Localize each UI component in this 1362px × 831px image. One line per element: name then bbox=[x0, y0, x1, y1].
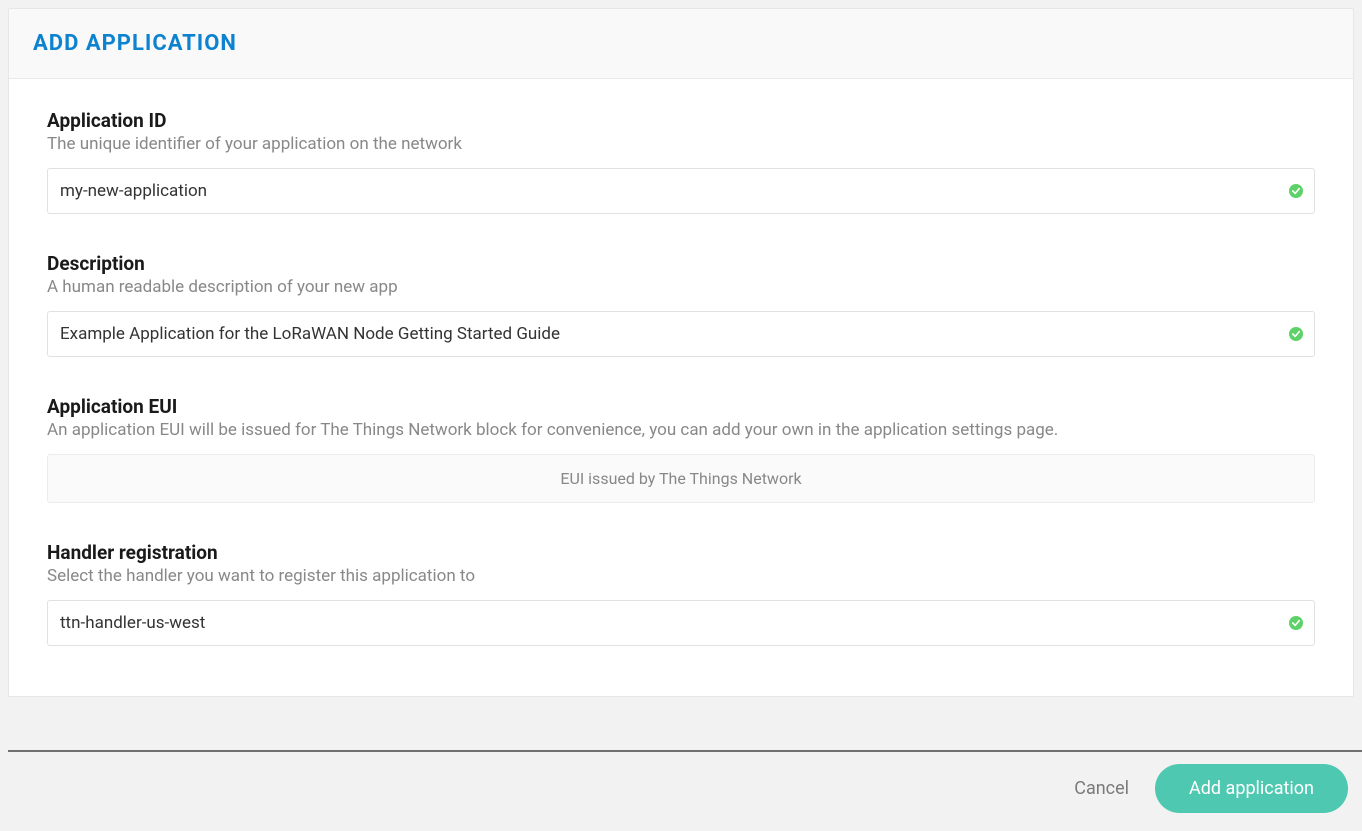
description-input-wrap bbox=[47, 311, 1315, 357]
cancel-button[interactable]: Cancel bbox=[1074, 778, 1129, 799]
panel-header: Add Application bbox=[9, 9, 1353, 79]
handler-help: Select the handler you want to register … bbox=[47, 566, 1315, 586]
description-help: A human readable description of your new… bbox=[47, 277, 1315, 297]
page-title: Add Application bbox=[33, 31, 1329, 56]
check-icon bbox=[1289, 616, 1303, 630]
application-eui-label: Application EUI bbox=[47, 395, 1315, 418]
description-label: Description bbox=[47, 252, 1315, 275]
check-icon bbox=[1289, 184, 1303, 198]
footer-actions: Cancel Add application bbox=[8, 750, 1362, 823]
handler-select[interactable] bbox=[47, 600, 1315, 646]
field-handler: Handler registration Select the handler … bbox=[47, 541, 1315, 646]
panel-body: Application ID The unique identifier of … bbox=[9, 79, 1353, 696]
application-eui-readonly: EUI issued by The Things Network bbox=[47, 454, 1315, 503]
handler-input-wrap bbox=[47, 600, 1315, 646]
description-input[interactable] bbox=[47, 311, 1315, 357]
add-application-panel: Add Application Application ID The uniqu… bbox=[8, 8, 1354, 697]
field-description: Description A human readable description… bbox=[47, 252, 1315, 357]
check-icon bbox=[1289, 327, 1303, 341]
application-id-help: The unique identifier of your applicatio… bbox=[47, 134, 1315, 154]
application-eui-help: An application EUI will be issued for Th… bbox=[47, 420, 1315, 440]
application-id-label: Application ID bbox=[47, 109, 1315, 132]
field-application-eui: Application EUI An application EUI will … bbox=[47, 395, 1315, 503]
field-application-id: Application ID The unique identifier of … bbox=[47, 109, 1315, 214]
add-application-button[interactable]: Add application bbox=[1155, 764, 1348, 813]
application-id-input-wrap bbox=[47, 168, 1315, 214]
handler-label: Handler registration bbox=[47, 541, 1315, 564]
application-id-input[interactable] bbox=[47, 168, 1315, 214]
